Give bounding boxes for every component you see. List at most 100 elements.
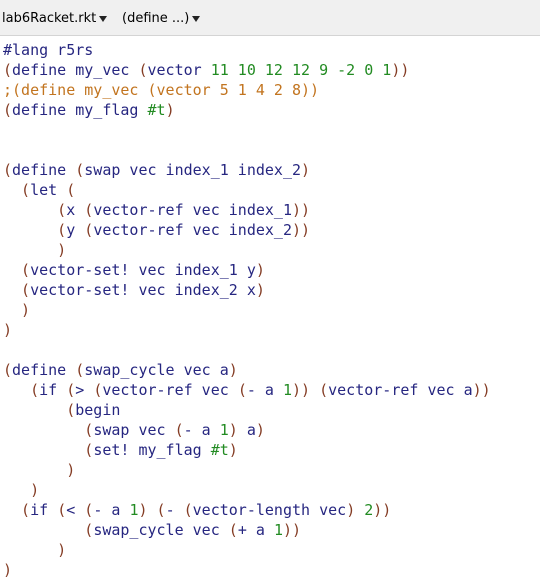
file-menu-button[interactable]: lab6Racket.rkt <box>2 10 108 28</box>
code-token: - <box>165 501 184 519</box>
code-token: - a <box>246 381 283 399</box>
code-token: ) <box>3 241 67 259</box>
editor-toolbar: lab6Racket.rkt (define ...) <box>0 0 540 36</box>
code-token: 1 <box>282 381 292 399</box>
code-editor[interactable]: #lang r5rs (define my_vec (vector 11 10 1… <box>0 36 540 583</box>
code-token: ( <box>3 61 13 79</box>
code-token: ( <box>138 61 148 79</box>
code-token: vector-length vec <box>192 501 347 519</box>
code-token: ( <box>75 361 85 379</box>
code-token: 2 <box>364 501 374 519</box>
code-token: )) <box>373 501 392 519</box>
code-token: a <box>246 421 256 439</box>
code-token: ( <box>183 501 193 519</box>
define-menu-button[interactable]: (define ...) <box>122 10 201 28</box>
code-line[interactable]: (define (swap vec index_1 index_2) <box>3 160 310 180</box>
code-token: ( <box>3 261 31 279</box>
code-token: if <box>39 381 67 399</box>
code-token: ( <box>66 181 76 199</box>
code-token: ( <box>84 501 94 519</box>
code-line[interactable]: (define (swap_cycle vec a) <box>3 360 238 380</box>
code-token: ) <box>3 461 76 479</box>
code-token: )) ( <box>292 381 329 399</box>
code-line[interactable]: ) <box>3 240 66 260</box>
code-line[interactable]: (if (> (vector-ref vec (- a 1)) (vector-… <box>3 380 491 400</box>
code-token: ( <box>3 161 13 179</box>
code-token: + a <box>237 521 274 539</box>
code-line[interactable]: ;(define my_vec (vector 5 1 4 2 8)) <box>3 80 319 100</box>
code-token: ( <box>57 501 67 519</box>
code-line[interactable]: ) <box>3 540 66 560</box>
code-token: vector <box>147 61 211 79</box>
code-token: ( <box>228 521 238 539</box>
code-line[interactable]: (vector-set! vec index_1 y) <box>3 260 265 280</box>
code-line[interactable]: (y (vector-ref vec index_2)) <box>3 220 310 240</box>
code-token: ) <box>3 301 31 319</box>
code-token: ( <box>3 361 13 379</box>
code-token: ( <box>3 381 40 399</box>
code-line[interactable]: (swap vec (- a 1) a) <box>3 420 265 440</box>
code-line[interactable]: #lang r5rs <box>3 40 93 60</box>
code-line[interactable]: (vector-set! vec index_2 x) <box>3 280 265 300</box>
code-line[interactable]: (begin <box>3 400 120 420</box>
code-token: ) <box>3 561 13 579</box>
code-token: define <box>12 161 76 179</box>
code-token: < <box>66 501 85 519</box>
code-token: set! my_flag <box>93 441 211 459</box>
code-token: ) <box>255 261 265 279</box>
code-line[interactable]: (let ( <box>3 180 75 200</box>
code-token: ) <box>228 441 238 459</box>
code-token: ( <box>3 441 94 459</box>
code-line[interactable]: (set! my_flag #t) <box>3 440 238 460</box>
code-token: ( <box>3 221 67 239</box>
code-token: ( <box>75 161 85 179</box>
code-token: define <box>12 361 76 379</box>
chevron-down-icon <box>192 16 201 22</box>
code-token: let <box>30 181 67 199</box>
code-line[interactable]: (define my_flag #t) <box>3 100 175 120</box>
code-token: ) <box>228 361 238 379</box>
code-line[interactable]: ) <box>3 560 12 580</box>
code-token: ( <box>237 381 247 399</box>
code-token: ( <box>3 421 94 439</box>
code-token: )) <box>391 61 410 79</box>
code-line[interactable]: (define my_vec (vector 11 10 12 12 9 -2 … <box>3 60 409 80</box>
code-token: 1 <box>219 421 229 439</box>
code-token: ) <box>255 421 265 439</box>
code-line[interactable]: ) <box>3 480 39 500</box>
code-line[interactable]: (x (vector-ref vec index_1)) <box>3 200 310 220</box>
code-token: ( <box>93 381 103 399</box>
code-token: vector-ref vec <box>102 381 238 399</box>
code-line[interactable]: ) <box>3 300 30 320</box>
code-line[interactable]: ) <box>3 460 75 480</box>
code-token: )) <box>292 221 311 239</box>
code-token: ) <box>301 161 311 179</box>
code-token: ) ( <box>138 501 166 519</box>
code-token: ( <box>3 521 94 539</box>
code-token: ( <box>3 201 67 219</box>
code-token: swap vec <box>93 421 175 439</box>
code-token: ) <box>346 501 365 519</box>
code-token: ( <box>3 181 31 199</box>
code-line[interactable]: (swap_cycle vec (+ a 1)) <box>3 520 301 540</box>
code-token: - a <box>183 421 220 439</box>
code-token: 1 <box>273 521 283 539</box>
code-line[interactable]: (if (< (- a 1) (- (vector-length vec) 2)… <box>3 500 391 520</box>
code-token: swap_cycle vec a <box>84 361 229 379</box>
code-token: ( <box>84 221 94 239</box>
code-token: ( <box>3 281 31 299</box>
code-token: ) <box>3 541 67 559</box>
code-token: ( <box>174 421 184 439</box>
code-token: )) <box>472 381 491 399</box>
code-token: vector-ref vec index_2 <box>93 221 292 239</box>
code-token: 11 10 12 12 9 -2 0 1 <box>210 61 392 79</box>
code-token: > <box>75 381 94 399</box>
code-token: define my_flag <box>12 101 148 119</box>
code-token: begin <box>75 401 121 419</box>
code-token: ( <box>66 381 76 399</box>
code-token: x <box>66 201 85 219</box>
code-token: - a <box>93 501 130 519</box>
code-token: ( <box>84 201 94 219</box>
code-token: ) <box>255 281 265 299</box>
code-line[interactable]: ) <box>3 320 12 340</box>
